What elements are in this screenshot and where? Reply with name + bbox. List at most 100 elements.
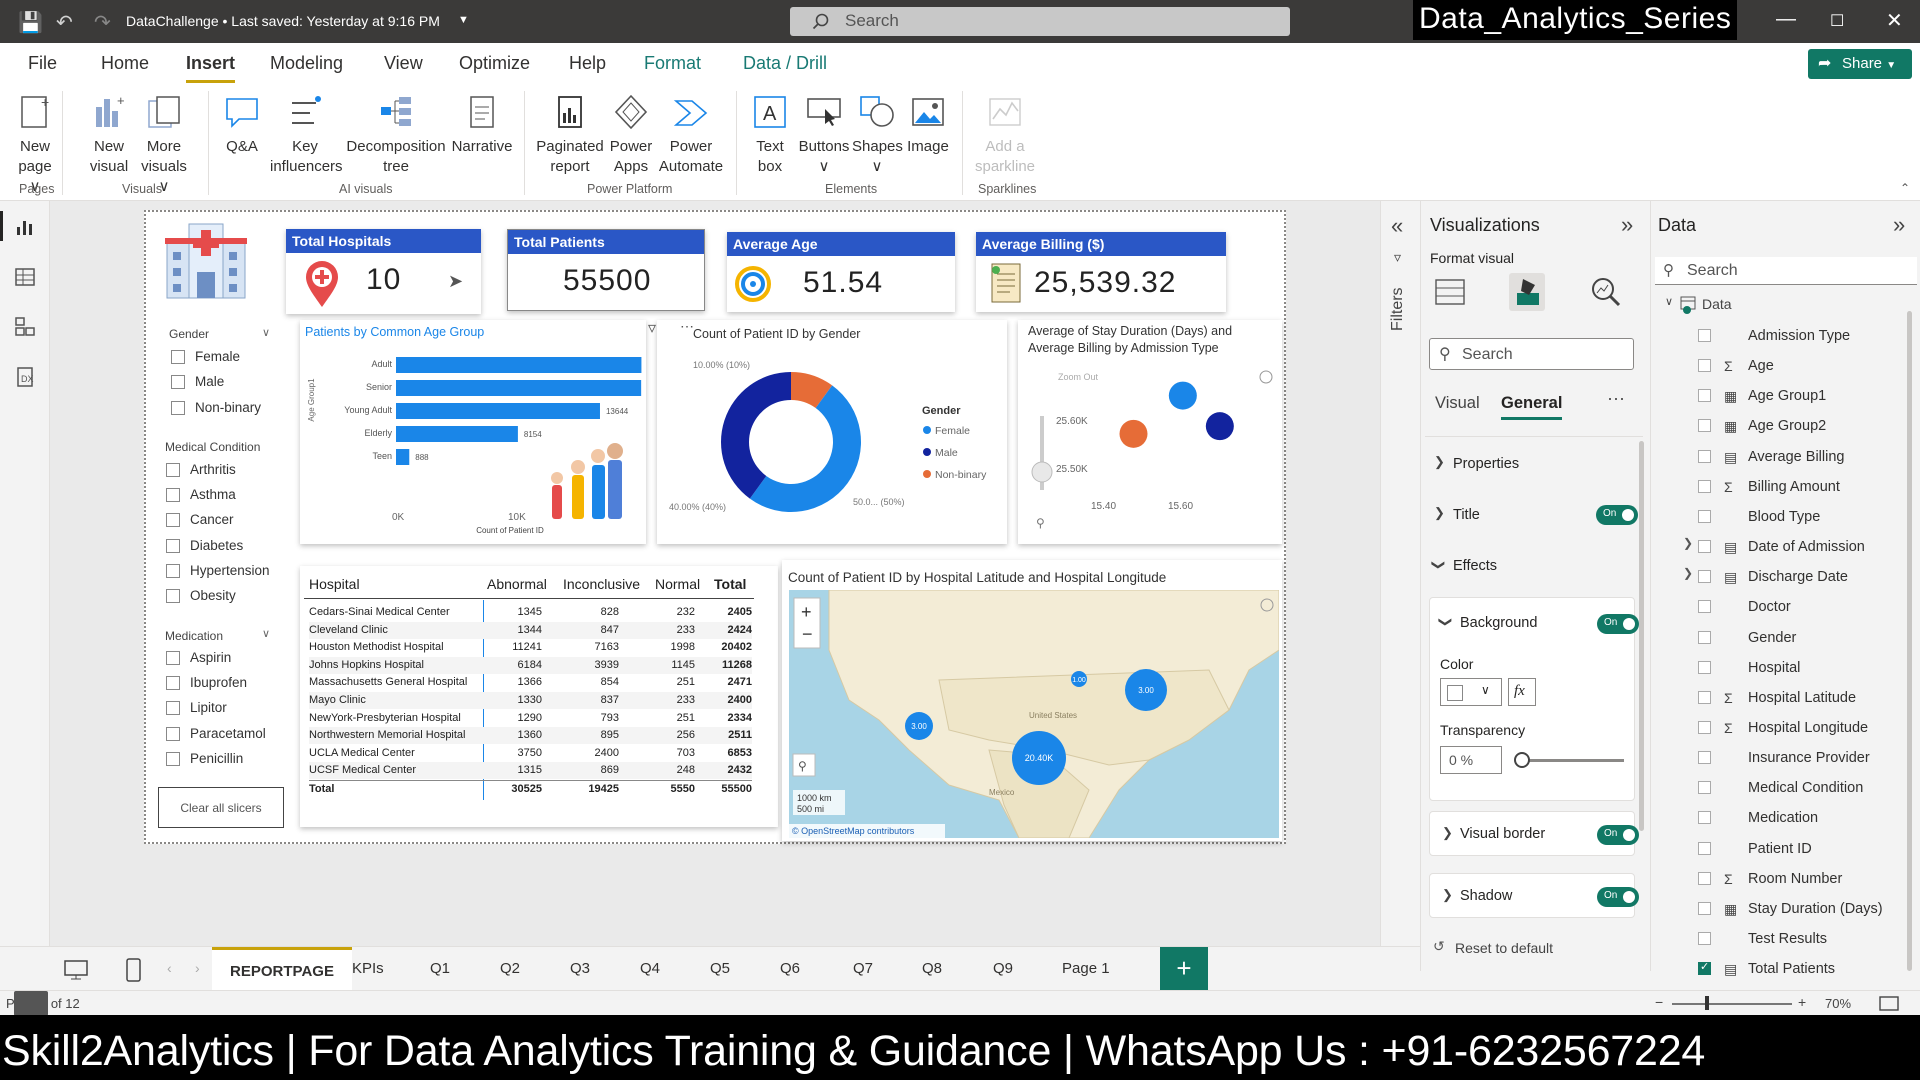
table-total-row[interactable]: Total 30525 19425 5550 55500 [309,780,752,797]
transparency-input[interactable]: 0 % [1440,746,1502,774]
save-icon[interactable]: 💾 [18,10,43,35]
tab-format[interactable]: Format [644,53,701,74]
title-toggle[interactable]: On [1596,505,1638,525]
image-button[interactable]: Image [904,93,952,157]
field-checkbox[interactable] [1698,811,1711,825]
field-checkbox[interactable] [1698,751,1711,765]
field-checkbox[interactable] [1698,570,1711,584]
page-tab-q5[interactable]: Q5 [710,960,730,977]
color-picker[interactable]: ∨ [1440,678,1502,706]
field-checkbox[interactable] [1698,540,1711,554]
table-row[interactable]: Northwestern Memorial Hospital 1360 895 256… [309,727,752,745]
page-tab-q4[interactable]: Q4 [640,960,660,977]
kpi-card-average-age[interactable]: Average Age 51.54 [727,232,955,312]
slicer-option-ibuprofen[interactable]: Ibuprofen [166,675,247,691]
slicer-option-diabetes[interactable]: Diabetes [166,538,243,554]
field-checkbox[interactable] [1698,479,1711,493]
model-view-icon[interactable] [13,315,37,339]
background-label[interactable]: Background [1460,615,1537,631]
decomposition-tree-button[interactable]: Decomposition tree [346,93,446,177]
section-effects[interactable]: Effects [1453,558,1497,574]
section-properties[interactable]: Properties [1453,456,1519,472]
field-checkbox[interactable] [1698,509,1711,523]
new-visual-button[interactable]: + New visual [86,93,132,177]
table-row[interactable]: Cedars-Sinai Medical Center 1345 828 232 240… [309,604,752,621]
field-checkbox[interactable] [1698,660,1711,674]
page-tab-q1[interactable]: Q1 [430,960,450,977]
field-checkbox[interactable] [1698,600,1711,614]
desktop-layout-icon[interactable] [63,959,91,981]
kpi-card-average-billing[interactable]: Average Billing ($) 25,539.32 [976,232,1226,312]
field-checkbox[interactable] [1698,389,1711,403]
qa-button[interactable]: Q&A [222,93,262,157]
zoom-in-icon[interactable]: + [1798,994,1806,1010]
page-tab-reportpage[interactable]: REPORTPAGE [212,947,352,991]
page-tab-kpis[interactable]: KPIs [352,960,384,977]
tab-general[interactable]: General [1501,394,1563,420]
visual-border-toggle[interactable]: On [1597,825,1639,845]
table-view-icon[interactable] [13,265,37,289]
col-header-inconclusive[interactable]: Inconclusive [563,576,640,592]
shadow-toggle[interactable]: On [1597,887,1639,907]
maximize-icon[interactable]: ☐ [1830,11,1844,31]
tab-modeling[interactable]: Modeling [270,53,343,74]
table-row[interactable]: UCLA Medical Center 3750 2400 703 6853 [309,745,752,762]
collapse-left-icon[interactable]: « [1391,213,1403,239]
zoom-slider[interactable] [1672,1003,1792,1005]
undo-icon[interactable]: ↶ [56,10,73,35]
close-icon[interactable]: ✕ [1886,8,1903,33]
add-sparkline-button[interactable]: Add a sparkline [970,93,1040,177]
slicer-option-asthma[interactable]: Asthma [166,487,236,503]
fit-to-page-icon[interactable] [1878,995,1900,1012]
expand-right-icon[interactable]: » [1893,212,1905,238]
field-checkbox[interactable] [1698,871,1711,885]
share-button[interactable]: ➦ Share ▼ [1808,49,1912,79]
viz-search-input[interactable]: ⚲ Search [1429,338,1634,370]
slicer-option-paracetamol[interactable]: Paracetamol [166,726,266,742]
table-row[interactable]: NewYork-Presbyterian Hospital 1290 793 251 2… [309,710,752,727]
report-view-icon[interactable] [13,215,37,239]
document-title[interactable]: DataChallenge • Last saved: Yesterday at… [126,13,440,29]
slicer-option-lipitor[interactable]: Lipitor [166,700,227,716]
table-row[interactable]: Houston Methodist Hospital 11241 7163 1998 2… [309,639,752,656]
text-box-button[interactable]: A Text box [748,93,792,177]
narrative-button[interactable]: Narrative [450,93,514,157]
slicer-option-arthritis[interactable]: Arthritis [166,462,236,478]
chevron-down-icon[interactable]: ∨ [262,326,270,339]
section-title[interactable]: Title [1453,507,1480,523]
slicer-option-hypertension[interactable]: Hypertension [166,563,270,579]
redo-icon[interactable]: ↷ [94,10,111,35]
page-tab-q9[interactable]: Q9 [993,960,1013,977]
slicer-option-male[interactable]: Male [171,374,224,390]
dax-query-view-icon[interactable]: DX [13,365,37,389]
shapes-button[interactable]: Shapes ∨ [852,93,903,177]
format-paintbrush-icon[interactable] [1511,275,1545,309]
chevron-right-icon[interactable]: ❯ [1683,536,1693,550]
next-page-icon[interactable]: › [195,960,200,976]
data-search-input[interactable]: ⚲ Search [1655,257,1917,285]
transparency-slider-thumb[interactable] [1514,752,1530,768]
tab-help[interactable]: Help [569,53,606,74]
page-tab-q7[interactable]: Q7 [853,960,873,977]
tab-insert[interactable]: Insert [186,53,236,83]
chevron-down-icon[interactable]: ∨ [1665,295,1673,308]
tab-file[interactable]: File [28,53,57,74]
field-checkbox[interactable] [1698,781,1711,795]
background-toggle[interactable]: On [1597,614,1639,634]
analytics-magnifier-icon[interactable] [1589,275,1623,309]
slicer-option-female[interactable]: Female [171,349,240,365]
shadow-label[interactable]: Shadow [1460,888,1512,904]
visual-border-label[interactable]: Visual border [1460,826,1545,842]
table-row[interactable]: UCSF Medical Center 1315 869 248 2432 [309,762,752,780]
field-checkbox[interactable] [1698,901,1711,915]
fx-conditional-format-button[interactable]: fx [1508,678,1536,706]
power-automate-button[interactable]: Power Automate [656,93,726,177]
build-visual-icon[interactable] [1433,275,1467,309]
chevron-right-icon[interactable]: ❯ [1683,566,1693,580]
tab-view[interactable]: View [384,53,423,74]
col-header-hospital[interactable]: Hospital [309,576,360,592]
zoom-out-icon[interactable]: − [1655,994,1663,1010]
filters-pane-collapsed[interactable]: « ▿ Filters [1380,201,1420,971]
table-row[interactable]: Cleveland Clinic 1344 847 233 2424 [309,621,752,639]
tab-visual[interactable]: Visual [1435,394,1480,413]
